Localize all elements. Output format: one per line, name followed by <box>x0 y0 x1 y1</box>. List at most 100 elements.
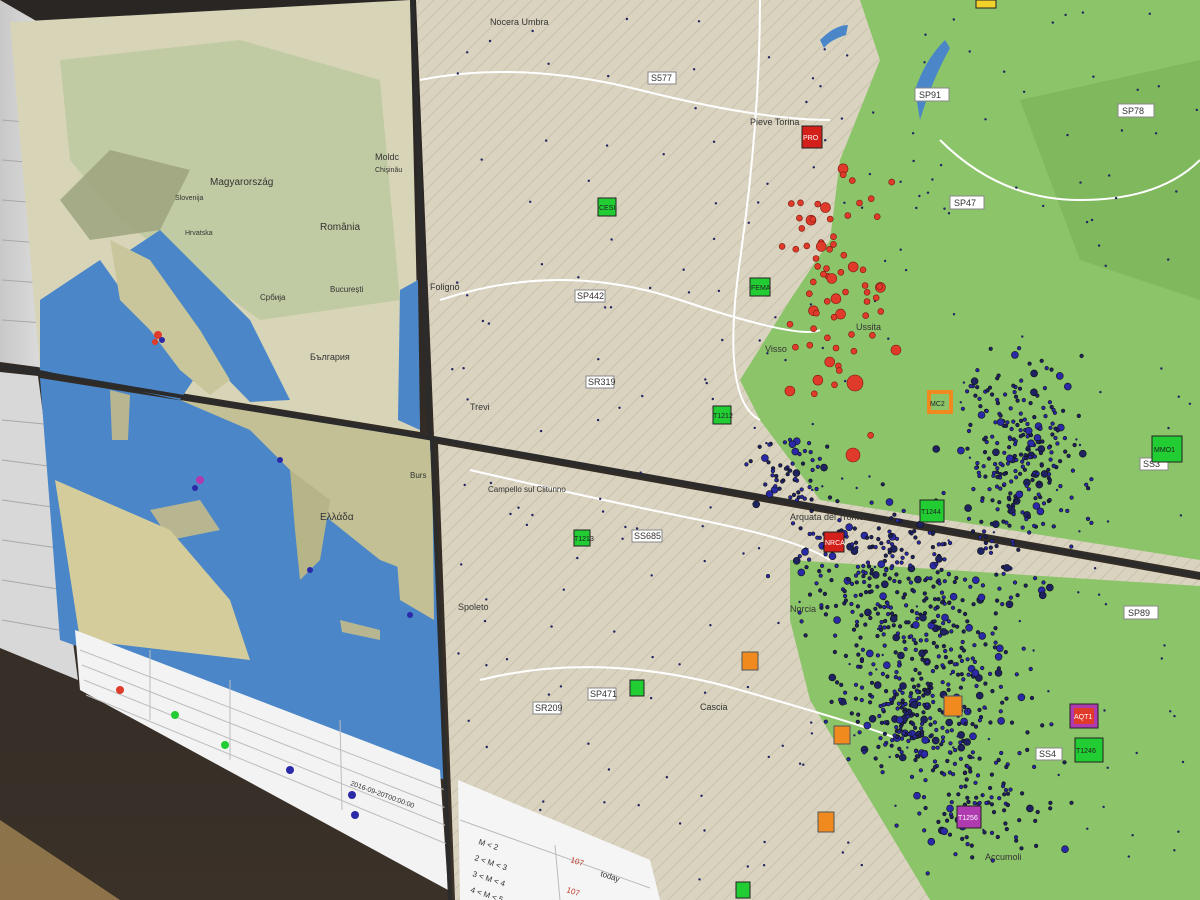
quake-dot <box>1014 838 1019 843</box>
road-label-sr209: SR209 <box>535 703 563 713</box>
quake-dot <box>855 604 861 609</box>
quake-dot <box>935 605 940 610</box>
quake-dot <box>861 282 869 289</box>
quake-dot <box>909 720 915 725</box>
quake-dot <box>922 828 927 833</box>
quake-dot <box>923 778 928 783</box>
quake-dot <box>650 574 653 577</box>
quake-dot <box>983 546 989 551</box>
quake-dot <box>942 811 947 817</box>
quake-dot <box>957 654 963 659</box>
quake-dot <box>1188 402 1192 405</box>
quake-dot <box>932 759 938 764</box>
quake-dot <box>1027 530 1032 535</box>
quake-dot <box>961 629 966 634</box>
quake-dot <box>995 475 1000 480</box>
quake-dot <box>542 800 545 803</box>
quake-dot <box>981 464 986 469</box>
quake-dot <box>969 732 977 741</box>
quake-dot <box>959 401 962 404</box>
quake-dot <box>984 408 989 414</box>
quake-dot <box>908 563 913 568</box>
quake-dot <box>1019 791 1025 796</box>
quake-dot <box>940 663 945 668</box>
quake-dot <box>1035 448 1038 451</box>
quake-dot <box>823 612 829 617</box>
station-label-mc2: MC2 <box>930 401 945 408</box>
quake-dot <box>913 667 918 673</box>
quake-dot <box>966 672 971 677</box>
quake-dot <box>850 347 858 355</box>
quake-dot <box>910 677 915 682</box>
quake-dot <box>1041 501 1047 506</box>
quake-dot <box>886 625 891 630</box>
quake-dot <box>959 672 964 677</box>
quake-dot <box>1033 496 1038 501</box>
quake-dot <box>1041 405 1046 411</box>
quake-dot <box>818 573 823 578</box>
quake-dot <box>1085 220 1089 224</box>
quake-dot <box>1042 386 1047 391</box>
quake-dot <box>792 245 800 253</box>
quake-dot <box>925 688 931 693</box>
quake-dot <box>856 199 863 207</box>
quake-dot <box>1012 390 1017 395</box>
quake-dot <box>898 753 907 762</box>
quake-dot <box>993 420 998 425</box>
quake-dot <box>964 835 969 840</box>
quake-dot <box>881 632 886 637</box>
quake-dot <box>824 139 827 142</box>
quake-dot <box>1135 751 1138 755</box>
quake-dot <box>451 368 454 371</box>
quake-dot <box>1008 436 1013 442</box>
quake-dot <box>943 648 948 654</box>
quake-dot <box>765 573 771 579</box>
quake-dot <box>932 720 938 725</box>
quake-dot <box>830 293 842 305</box>
quake-dot <box>784 358 787 362</box>
quake-dot <box>1047 400 1052 405</box>
quake-dot <box>957 608 962 614</box>
quake-dot <box>906 738 911 744</box>
quake-dot <box>788 495 793 500</box>
quake-dot <box>906 746 909 749</box>
quake-dot <box>797 452 802 457</box>
quake-dot <box>1001 519 1006 524</box>
quake-dot <box>961 677 966 682</box>
quake-dot <box>797 568 806 577</box>
quake-dot <box>1017 693 1026 702</box>
quake-dot <box>842 690 848 695</box>
quake-dot <box>605 144 609 147</box>
quake-dot <box>831 381 838 389</box>
quake-dot <box>903 701 908 707</box>
quake-dot <box>971 576 980 585</box>
quake-dot <box>797 554 802 559</box>
quake-dot <box>1157 85 1161 88</box>
quake-dot <box>869 331 876 339</box>
quake-dot <box>948 647 954 652</box>
quake-dot <box>1026 804 1034 813</box>
quake-dot <box>852 526 857 531</box>
quake-dot <box>1003 649 1008 655</box>
road-label-s577: S577 <box>651 73 672 83</box>
quake-dot <box>915 206 918 210</box>
label-bucuresti: București <box>330 285 364 294</box>
quake-dot <box>489 481 493 485</box>
quake-dot <box>837 697 843 702</box>
quake-dot <box>457 652 460 655</box>
quake-dot <box>1136 88 1139 92</box>
quake-dot <box>1015 186 1018 189</box>
quake-dot <box>899 750 904 755</box>
quake-dot <box>770 468 776 474</box>
quake-dot <box>788 468 793 473</box>
quake-dot <box>996 373 1001 378</box>
quake-dot <box>1023 583 1028 588</box>
quake-dot <box>861 573 866 579</box>
quake-dot <box>1063 449 1068 454</box>
quake-dot <box>817 456 822 461</box>
quake-dot <box>894 823 899 828</box>
quake-dot <box>860 206 864 209</box>
quake-dot <box>949 814 954 820</box>
quake-dot <box>974 465 979 470</box>
quake-dot <box>1163 644 1166 647</box>
